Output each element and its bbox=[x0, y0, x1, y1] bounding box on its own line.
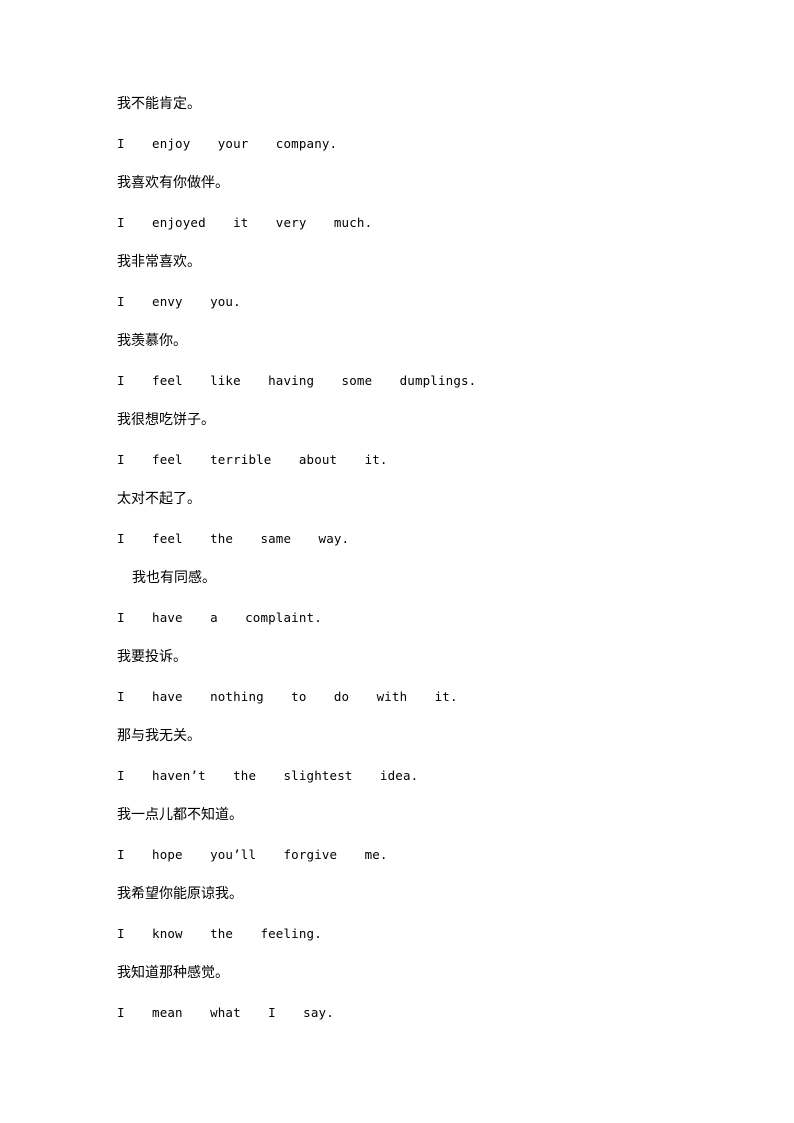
sentence-line-english: I enjoyed it very much. bbox=[117, 214, 373, 230]
sentence-line-english: I feel like having some dumplings. bbox=[117, 372, 477, 388]
sentence-line-chinese: 那与我无关。 bbox=[117, 728, 201, 744]
document-page: 我不能肯定。 I enjoy your company. 我喜欢有你做伴。 I enj… bbox=[0, 0, 794, 1123]
sentence-line-chinese: 我希望你能原谅我。 bbox=[117, 886, 243, 902]
document-body: 我不能肯定。 I enjoy your company. 我喜欢有你做伴。 I enj… bbox=[117, 96, 717, 1044]
sentence-line-chinese: 我也有同感。 bbox=[132, 570, 216, 586]
sentence-line-english: I enjoy your company. bbox=[117, 135, 338, 151]
sentence-line-english: I haven’t the slightest idea. bbox=[117, 767, 419, 783]
sentence-line-chinese: 我羡慕你。 bbox=[117, 333, 187, 349]
sentence-line-chinese: 我知道那种感觉。 bbox=[117, 965, 229, 981]
sentence-line-chinese: 我一点儿都不知道。 bbox=[117, 807, 243, 823]
sentence-line-chinese: 太对不起了。 bbox=[117, 491, 201, 507]
sentence-line-english: I mean what I say. bbox=[117, 1004, 334, 1020]
sentence-line-english: I know the feeling. bbox=[117, 925, 322, 941]
sentence-line-chinese: 我不能肯定。 bbox=[117, 96, 201, 112]
sentence-line-english: I feel terrible about it. bbox=[117, 451, 388, 467]
sentence-line-chinese: 我要投诉。 bbox=[117, 649, 187, 665]
sentence-line-english: I have a complaint. bbox=[117, 609, 322, 625]
sentence-line-chinese: 我喜欢有你做伴。 bbox=[117, 175, 229, 191]
sentence-line-english: I envy you. bbox=[117, 293, 241, 309]
sentence-line-english: I hope you’ll forgive me. bbox=[117, 846, 388, 862]
sentence-line-english: I have nothing to do with it. bbox=[117, 688, 458, 704]
sentence-line-english: I feel the same way. bbox=[117, 530, 350, 546]
sentence-line-chinese: 我很想吃饼子。 bbox=[117, 412, 215, 428]
sentence-line-chinese: 我非常喜欢。 bbox=[117, 254, 201, 270]
